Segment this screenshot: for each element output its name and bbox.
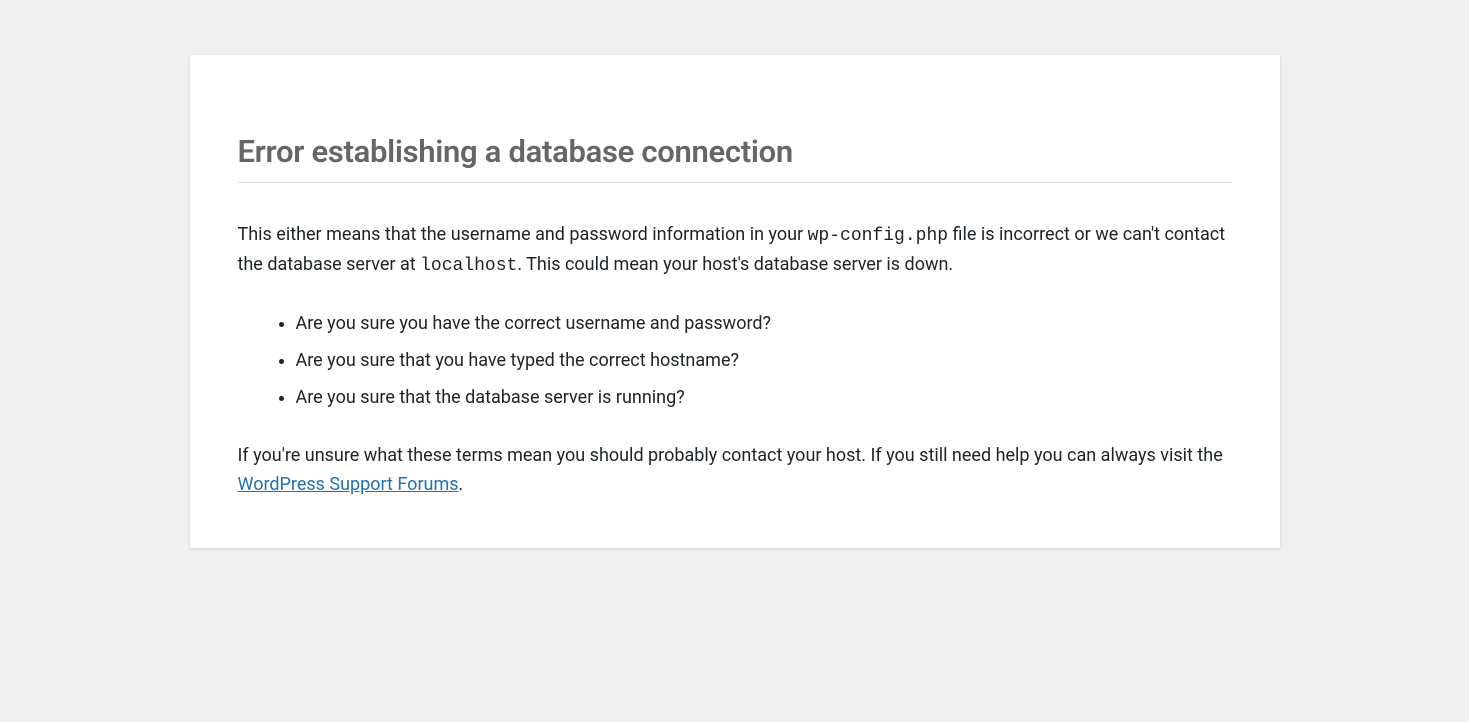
list-item: Are you sure that you have typed the cor… (296, 348, 1232, 373)
list-item: Are you sure you have the correct userna… (296, 311, 1232, 336)
intro-prefix: This either means that the username and … (238, 224, 808, 245)
intro-suffix: . This could mean your host's database s… (517, 254, 953, 275)
outro-prefix: If you're unsure what these terms mean y… (238, 445, 1223, 466)
error-intro-paragraph: This either means that the username and … (238, 221, 1232, 281)
outro-suffix: . (459, 474, 464, 495)
error-outro-paragraph: If you're unsure what these terms mean y… (238, 442, 1232, 500)
host-code: localhost (420, 256, 517, 276)
error-title: Error establishing a database connection (238, 85, 1232, 183)
error-checks-list: Are you sure you have the correct userna… (296, 311, 1232, 411)
config-file-code: wp-config.php (808, 226, 948, 246)
error-page-container: Error establishing a database connection… (190, 55, 1280, 548)
list-item: Are you sure that the database server is… (296, 385, 1232, 410)
support-forums-link[interactable]: WordPress Support Forums (238, 474, 459, 495)
